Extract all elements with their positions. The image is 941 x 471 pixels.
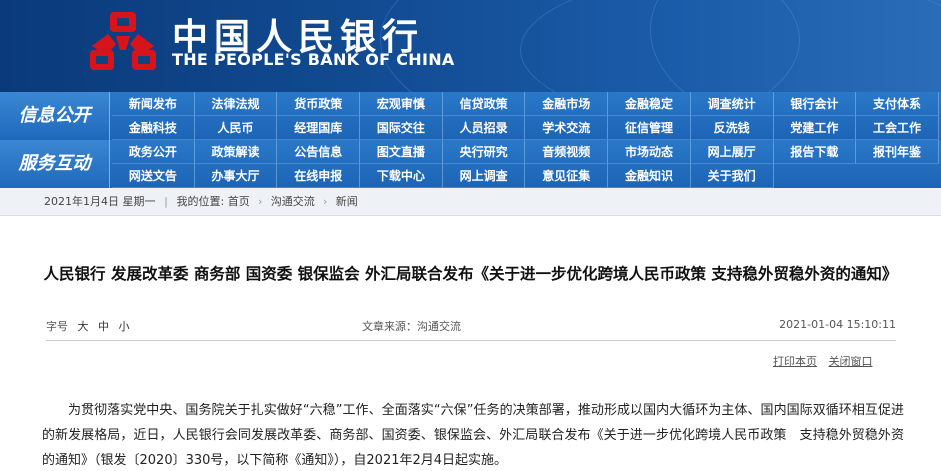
font-size-medium-button[interactable]: 中: [98, 320, 109, 333]
nav-item[interactable]: 音频视频: [525, 140, 609, 164]
font-size-label: 字号: [46, 320, 68, 333]
chevron-right-icon: ›: [323, 195, 328, 208]
article-body: 为贯彻落实党中央、国务院关于扎实做好“六稳”工作、全面落实“六保”任务的决策部署…: [42, 403, 904, 468]
font-size-small-button[interactable]: 小: [119, 320, 130, 333]
close-window-link[interactable]: 关闭窗口: [829, 355, 873, 368]
nav-item[interactable]: 党建工作: [773, 116, 857, 140]
article-meta: 字号 大 中 小 文章来源：沟通交流 2021-01-04 15:10:11: [46, 318, 896, 336]
nav-row: 政务公开 政策解读 公告信息 图文直播 央行研究 音频视频 市场动态 网上展厅 报告下载 报刊年鉴: [112, 140, 939, 164]
nav-item[interactable]: 办事大厅: [194, 164, 278, 188]
breadcrumb-level1-link[interactable]: 沟通交流: [271, 188, 315, 216]
nav-item[interactable]: 人民币: [194, 116, 278, 140]
nav-item[interactable]: 法律法规: [194, 92, 278, 116]
nav-item[interactable]: 金融市场: [525, 92, 609, 116]
breadcrumb: 2021年1月4日 星期一 | 我的位置: 首页 › 沟通交流 › 新闻: [0, 188, 941, 216]
nav-item[interactable]: 金融知识: [608, 164, 691, 188]
page: 中国人民银行 THE PEOPLE'S BANK OF CHINA 信息公开 新…: [0, 0, 941, 471]
article-actions: 打印本页 关闭窗口: [765, 353, 905, 369]
nav-item[interactable]: 国际交往: [360, 116, 443, 140]
location-label: 我的位置:: [176, 195, 225, 208]
nav-item[interactable]: 学术交流: [525, 116, 609, 140]
header-wave-decoration: [650, 0, 941, 92]
nav-item[interactable]: 宏观审慎: [360, 92, 443, 116]
nav-item[interactable]: 关于我们: [690, 164, 774, 188]
nav-item[interactable]: 网上调查: [442, 164, 526, 188]
article-datetime: 2021-01-04 15:10:11: [779, 318, 896, 331]
nav-item[interactable]: 调查统计: [690, 92, 774, 116]
font-size-large-button[interactable]: 大: [78, 320, 89, 333]
nav-item[interactable]: 货币政策: [277, 92, 361, 116]
nav-item[interactable]: 公告信息: [277, 140, 361, 164]
breadcrumb-separator: |: [164, 195, 168, 208]
main-navigation: 信息公开 新闻发布 法律法规 货币政策 宏观审慎 信贷政策 金融市场 金融稳定 调查统计 银行会…: [0, 92, 941, 188]
nav-row: 金融科技 人民币 经理国库 国际交往 人员招录 学术交流 征信管理 反洗钱 党建工作 工会工作: [112, 116, 939, 140]
nav-row: 新闻发布 法律法规 货币政策 宏观审慎 信贷政策 金融市场 金融稳定 调查统计 银行会计 支付体系: [112, 92, 939, 116]
nav-item[interactable]: 人员招录: [442, 116, 526, 140]
nav-item[interactable]: 意见征集: [525, 164, 609, 188]
breadcrumb-home-link[interactable]: 首页: [228, 188, 250, 216]
site-header: 中国人民银行 THE PEOPLE'S BANK OF CHINA: [0, 0, 941, 92]
nav-item[interactable]: 网上展厅: [690, 140, 774, 164]
nav-item[interactable]: 经理国库: [277, 116, 361, 140]
nav-item[interactable]: 网送文告: [112, 164, 195, 188]
nav-item[interactable]: 支付体系: [856, 92, 939, 116]
site-title-en[interactable]: THE PEOPLE'S BANK OF CHINA: [172, 50, 455, 69]
chevron-right-icon: ›: [258, 195, 263, 208]
nav-section-service-interaction: 服务互动 政务公开 政策解读 公告信息 图文直播 央行研究 音频视频 市场动态 网上展厅 报告下…: [0, 140, 941, 188]
nav-section-label[interactable]: 服务互动: [0, 140, 110, 188]
article-title: 人民银行 发展改革委 商务部 国资委 银保监会 外汇局联合发布《关于进一步优化跨…: [43, 265, 898, 283]
article-source: 文章来源：沟通交流: [362, 320, 461, 333]
current-date: 2021年1月4日 星期一: [44, 195, 156, 208]
nav-item[interactable]: 金融科技: [112, 116, 195, 140]
divider: [46, 340, 896, 341]
pboc-logo-icon[interactable]: [86, 6, 160, 80]
nav-item[interactable]: 反洗钱: [690, 116, 774, 140]
nav-item[interactable]: 报刊年鉴: [856, 140, 939, 164]
breadcrumb-level2-link[interactable]: 新闻: [336, 188, 358, 216]
nav-section-label[interactable]: 信息公开: [0, 92, 110, 140]
nav-item[interactable]: 新闻发布: [112, 92, 195, 116]
nav-item[interactable]: 图文直播: [360, 140, 443, 164]
nav-item[interactable]: 央行研究: [442, 140, 526, 164]
nav-item[interactable]: 政务公开: [112, 140, 195, 164]
nav-item[interactable]: 银行会计: [773, 92, 857, 116]
nav-row: 网送文告 办事大厅 在线申报 下载中心 网上调查 意见征集 金融知识 关于我们: [112, 164, 774, 188]
print-page-link[interactable]: 打印本页: [773, 355, 817, 368]
nav-section-info-disclosure: 信息公开 新闻发布 法律法规 货币政策 宏观审慎 信贷政策 金融市场 金融稳定 调查统计 银行会…: [0, 92, 941, 140]
nav-item[interactable]: 市场动态: [608, 140, 691, 164]
nav-item[interactable]: 政策解读: [194, 140, 278, 164]
nav-item[interactable]: 信贷政策: [442, 92, 526, 116]
nav-item[interactable]: 报告下载: [773, 140, 857, 164]
font-size-control: 字号 大 中 小: [46, 318, 130, 334]
nav-item[interactable]: 下载中心: [360, 164, 443, 188]
nav-item[interactable]: 在线申报: [277, 164, 361, 188]
nav-item[interactable]: 工会工作: [856, 116, 939, 140]
nav-item[interactable]: 征信管理: [608, 116, 691, 140]
nav-item[interactable]: 金融稳定: [608, 92, 691, 116]
